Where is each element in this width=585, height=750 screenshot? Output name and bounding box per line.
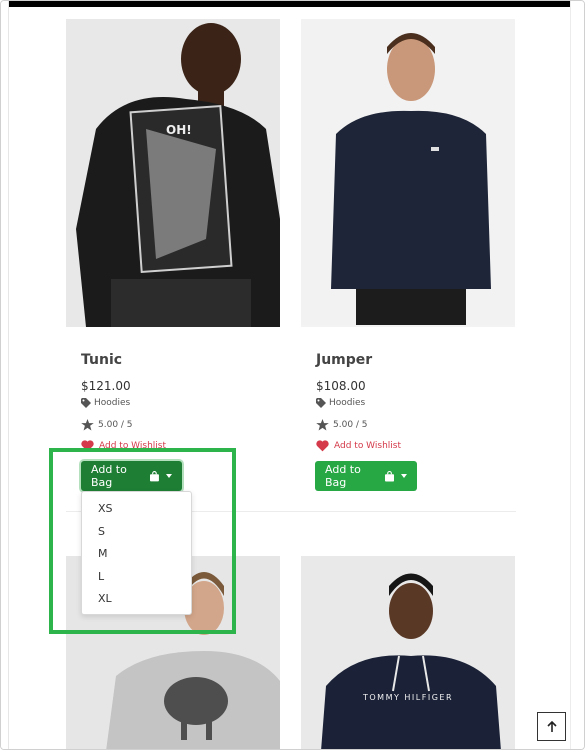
product-price: $108.00 [316,379,366,393]
scroll-to-top-button[interactable] [537,712,566,741]
star-icon [81,419,94,431]
left-edge [1,1,9,749]
category-label: Hoodies [329,398,366,408]
product-price: $121.00 [81,379,131,393]
star-icon [316,419,329,431]
chevron-down-icon [401,474,407,478]
heart-icon [316,440,329,452]
product-rating: 5.00 / 5 [316,419,368,431]
product-grid-page: OH! Tunic $121.00 Hoodies 5.00 / 5 Add t… [0,0,585,750]
highlight-box [49,448,236,634]
man-black-sweatshirt-image: OH! [66,19,280,327]
rating-value: 5.00 / 5 [333,420,368,430]
tag-icon [81,398,91,408]
tommy-logo-text: TOMMY HILFIGER [363,693,454,702]
rating-value: 5.00 / 5 [98,420,133,430]
product-category[interactable]: Hoodies [316,398,365,408]
man-navy-hoodie-image [301,556,515,749]
add-to-bag-label: Add to Bag [325,463,361,489]
product-title[interactable]: Tunic [81,352,122,368]
top-bar [9,1,572,7]
product-rating: 5.00 / 5 [81,419,133,431]
man-navy-jumper-image [301,19,515,325]
product-image-jumper[interactable] [301,19,515,327]
right-scroll-track[interactable] [570,1,584,749]
product-image-tunic[interactable]: OH! [66,19,280,327]
product-title[interactable]: Jumper [316,352,372,368]
product-category[interactable]: Hoodies [81,398,130,408]
category-label: Hoodies [94,398,131,408]
product-image-tommy-hoodie[interactable]: TOMMY HILFIGER [301,556,515,749]
arrow-up-icon [546,720,557,732]
wishlist-link[interactable]: Add to Wishlist [316,440,401,452]
shopping-bag-icon [384,470,394,481]
svg-text:OH!: OH! [166,123,192,137]
add-to-bag-button[interactable]: Add to Bag [315,461,417,491]
wishlist-label: Add to Wishlist [334,441,401,451]
tag-icon [316,398,326,408]
